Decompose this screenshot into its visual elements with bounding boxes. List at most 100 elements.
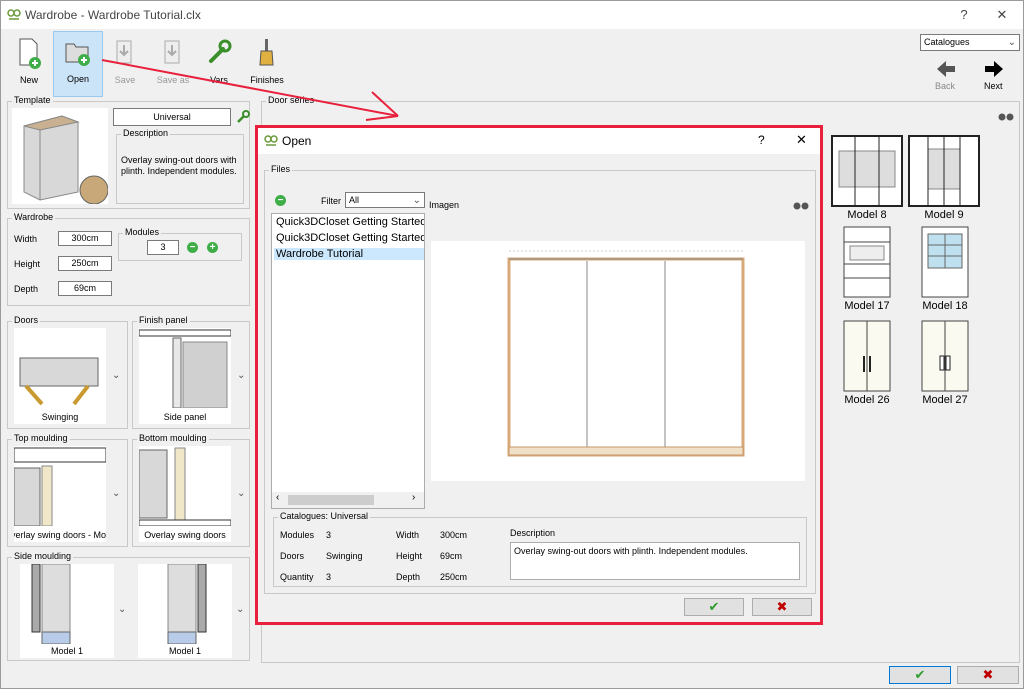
plus-icon[interactable]: + <box>207 242 218 253</box>
side-moulding-caption-b: Model 1 <box>168 646 202 656</box>
top-moulding-icon <box>14 447 106 527</box>
top-moulding-caption: Overlay swing doors - Mod <box>14 530 106 540</box>
side-moulding-preview-a[interactable]: Model 1 <box>20 563 114 658</box>
back-button[interactable]: Back <box>931 57 961 93</box>
side-moulding-caption-a: Model 1 <box>50 646 84 656</box>
finish-panel-caption: Side panel <box>163 412 207 422</box>
image-preview <box>431 241 805 481</box>
wardrobe-group-title: Wardrobe <box>12 212 56 222</box>
dialog-help-button[interactable]: ? <box>758 133 765 147</box>
scroll-left-icon[interactable]: ‹ <box>276 492 279 503</box>
doors-caption: Swinging <box>41 412 79 422</box>
model-card-17[interactable]: Model 17 <box>840 226 894 326</box>
template-preview[interactable] <box>12 108 109 205</box>
side-moulding-preview-b[interactable]: Model 1 <box>138 563 232 658</box>
files-group-title: Files <box>269 164 293 174</box>
vars-label: Vars <box>210 75 228 85</box>
doors-preview[interactable]: Swinging <box>14 328 106 424</box>
filter-select[interactable]: All ⌄ <box>345 192 425 208</box>
model-26-door-icon <box>843 320 891 392</box>
vars-button[interactable]: Vars <box>197 33 241 93</box>
template-description: Overlay swing-out doors with plinth. Ind… <box>121 155 237 176</box>
back-label: Back <box>935 81 956 91</box>
bottom-moulding-chevron-icon[interactable]: ⌄ <box>237 488 245 499</box>
modules-field[interactable]: 3 <box>147 240 179 255</box>
file-item-0[interactable]: Quick3DCloset Getting Started <box>276 216 424 228</box>
width-label: Width <box>14 234 38 244</box>
main-cancel-button[interactable]: ✖ <box>957 666 1019 684</box>
file-list-hscrollbar[interactable]: ‹ › <box>272 492 424 508</box>
model-18-door-icon <box>921 226 969 298</box>
template-wrench-icon[interactable] <box>236 110 250 124</box>
file-item-1[interactable]: Quick3DCloset Getting Started <box>276 232 424 244</box>
model-card-9[interactable]: Model 9 <box>908 135 980 235</box>
new-button[interactable]: New <box>7 33 51 93</box>
remove-file-icon[interactable]: − <box>275 195 286 206</box>
side-moulding-a-icon <box>31 563 71 645</box>
dialog-close-button[interactable]: ✕ <box>796 132 807 148</box>
dialog-cancel-button[interactable]: ✖ <box>752 598 812 616</box>
finish-panel-chevron-icon[interactable]: ⌄ <box>237 370 245 381</box>
open-dialog: Open ? ✕ Files − Filter All ⌄ Imagen Qui… <box>255 125 823 625</box>
main-ok-button[interactable]: ✔ <box>889 666 951 684</box>
file-item-2[interactable]: Wardrobe Tutorial <box>274 248 424 260</box>
model-card-18[interactable]: Model 18 <box>918 226 972 326</box>
bottom-moulding-group-title: Bottom moulding <box>137 433 209 443</box>
open-folder-icon <box>65 43 90 66</box>
top-moulding-preview[interactable]: Overlay swing doors - Mod <box>14 446 106 542</box>
finishes-label: Finishes <box>250 75 284 85</box>
modules-label: Modules <box>280 530 315 540</box>
depth-field[interactable]: 69cm <box>58 281 112 296</box>
scroll-right-icon[interactable]: › <box>412 492 415 503</box>
scroll-thumb[interactable] <box>288 495 374 505</box>
file-list[interactable]: Quick3DCloset Getting Started Quick3DClo… <box>271 213 425 509</box>
template-description-box: Description Overlay swing-out doors with… <box>116 128 244 204</box>
side-moulding-b-icon <box>167 563 207 645</box>
template-name-field[interactable]: Universal <box>113 108 231 126</box>
model-card-8[interactable]: Model 8 <box>831 135 903 235</box>
window-title: Wardrobe - Wardrobe Tutorial.clx <box>25 8 201 22</box>
title-bar: Wardrobe - Wardrobe Tutorial.clx ? ✕ <box>1 1 1023 29</box>
finish-panel-preview[interactable]: Side panel <box>138 328 232 424</box>
doors-chevron-icon[interactable]: ⌄ <box>112 370 120 381</box>
top-moulding-group: Top moulding Overlay swing doors - Mod ⌄ <box>7 433 128 547</box>
side-moulding-a-chevron-icon[interactable]: ⌄ <box>118 604 126 615</box>
model-card-26[interactable]: Model 26 <box>840 320 894 420</box>
minus-icon[interactable]: − <box>187 242 198 253</box>
dialog-ok-button[interactable]: ✔ <box>684 598 744 616</box>
model-card-27[interactable]: Model 27 <box>918 320 972 420</box>
open-button[interactable]: Open <box>53 31 103 97</box>
side-panel-icon <box>138 329 232 409</box>
dialog-binoculars-icon[interactable] <box>793 199 809 211</box>
binoculars-icon[interactable] <box>998 110 1014 122</box>
help-button[interactable]: ? <box>949 5 979 25</box>
doors-value: Swinging <box>326 551 363 561</box>
template-group-title: Template <box>12 95 53 105</box>
close-button[interactable]: ✕ <box>987 5 1017 25</box>
model-9-label: Model 9 <box>924 209 964 221</box>
dlg-description-label: Description <box>510 528 556 538</box>
side-moulding-group: Side moulding Model 1 ⌄ Model 1 ⌄ <box>7 551 250 661</box>
dlg-width-value: 300cm <box>440 530 468 540</box>
model-8-label: Model 8 <box>847 209 887 221</box>
top-moulding-chevron-icon[interactable]: ⌄ <box>112 488 120 499</box>
catalogues-select[interactable]: Catalogues ⌄ <box>920 34 1020 51</box>
dlg-description-box: Overlay swing-out doors with plinth. Ind… <box>510 542 800 580</box>
bottom-moulding-caption: Overlay swing doors <box>144 530 226 540</box>
width-field[interactable]: 300cm <box>58 231 112 246</box>
arrow-left-icon <box>937 61 955 77</box>
save-as-button[interactable]: Save as <box>151 33 195 93</box>
height-field[interactable]: 250cm <box>58 256 112 271</box>
wardrobe-front-icon <box>507 250 745 457</box>
finishes-button[interactable]: Finishes <box>245 33 289 93</box>
bottom-moulding-preview[interactable]: Overlay swing doors <box>138 446 232 542</box>
next-button[interactable]: Next <box>979 57 1009 93</box>
save-button[interactable]: Save <box>103 33 147 93</box>
arrow-right-icon <box>985 61 1003 77</box>
depth-label: Depth <box>14 284 39 294</box>
model-17-door-icon <box>843 226 891 298</box>
dialog-ok-check-icon: ✔ <box>708 599 720 614</box>
side-moulding-b-chevron-icon[interactable]: ⌄ <box>236 604 244 615</box>
wardrobe-3d-icon <box>23 115 109 205</box>
model-26-label: Model 26 <box>844 394 890 406</box>
